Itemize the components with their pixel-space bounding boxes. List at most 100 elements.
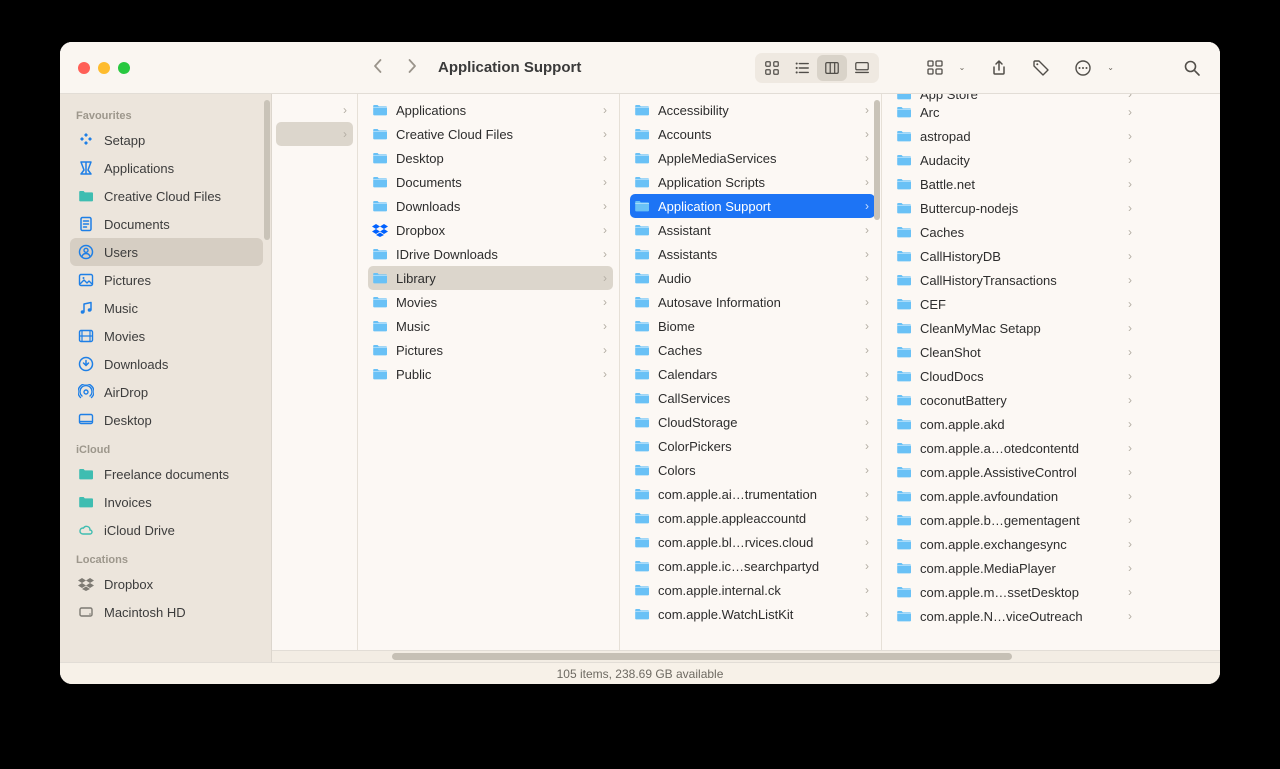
sidebar-item[interactable]: Setapp (70, 126, 263, 154)
search-button[interactable] (1178, 55, 1206, 81)
sidebar-item[interactable]: Freelance documents (70, 460, 263, 488)
list-view-button[interactable] (787, 55, 817, 81)
column-1[interactable]: Applications›Creative Cloud Files›Deskto… (358, 94, 620, 662)
file-row[interactable]: Public› (368, 362, 613, 386)
column-scrollbar[interactable] (874, 100, 880, 220)
file-row[interactable]: Autosave Information› (630, 290, 875, 314)
file-row[interactable]: Library› (368, 266, 613, 290)
file-row[interactable]: Buttercup-nodejs› (892, 196, 1138, 220)
file-row[interactable]: Applications› (368, 98, 613, 122)
file-row[interactable]: ColorPickers› (630, 434, 875, 458)
file-row[interactable]: com.apple.MediaPlayer› (892, 556, 1138, 580)
minimize-button[interactable] (98, 62, 110, 74)
file-row[interactable]: Assistants› (630, 242, 875, 266)
share-button[interactable] (985, 55, 1013, 81)
file-row[interactable]: com.apple.ic…searchpartyd› (630, 554, 875, 578)
file-row[interactable]: Accessibility› (630, 98, 875, 122)
file-row[interactable]: com.apple.a…otedcontentd› (892, 436, 1138, 460)
file-row[interactable]: com.apple.exchangesync› (892, 532, 1138, 556)
file-row[interactable]: Downloads› (368, 194, 613, 218)
file-row[interactable]: Dropbox› (368, 218, 613, 242)
file-row[interactable]: com.apple.bl…rvices.cloud› (630, 530, 875, 554)
actions-button[interactable] (1069, 55, 1097, 81)
sidebar-item[interactable]: Pictures (70, 266, 263, 294)
file-row[interactable]: Arc› (892, 100, 1138, 124)
tags-button[interactable] (1027, 55, 1055, 81)
file-row[interactable]: com.apple.m…ssetDesktop› (892, 580, 1138, 604)
file-row[interactable]: Biome› (630, 314, 875, 338)
sidebar-item[interactable]: Dropbox (70, 570, 263, 598)
file-row[interactable]: com.apple.N…viceOutreach› (892, 604, 1138, 628)
file-row[interactable]: com.apple.appleaccountd› (630, 506, 875, 530)
sidebar-item[interactable]: Applications (70, 154, 263, 182)
sidebar-item[interactable]: Movies (70, 322, 263, 350)
file-row[interactable]: AppleMediaServices› (630, 146, 875, 170)
file-row[interactable]: Creative Cloud Files› (368, 122, 613, 146)
horizontal-scrollbar-thumb[interactable] (392, 653, 1012, 660)
column-view-button[interactable] (817, 55, 847, 81)
file-row[interactable]: Caches› (630, 338, 875, 362)
forward-button[interactable] (404, 57, 420, 78)
sidebar-scrollbar[interactable] (264, 100, 270, 240)
file-row[interactable]: astropad› (892, 124, 1138, 148)
column-0[interactable]: ››∥ (272, 94, 358, 662)
file-row[interactable]: Music› (368, 314, 613, 338)
file-row[interactable]: CleanShot› (892, 340, 1138, 364)
group-by-button[interactable] (921, 55, 949, 81)
sidebar-item[interactable]: Music (70, 294, 263, 322)
sidebar-item[interactable]: Downloads (70, 350, 263, 378)
column-2[interactable]: Accessibility›Accounts›AppleMediaService… (620, 94, 882, 662)
file-row[interactable]: Battle.net› (892, 172, 1138, 196)
file-row[interactable]: com.apple.b…gementagent› (892, 508, 1138, 532)
horizontal-scrollbar-track[interactable] (272, 650, 1220, 662)
file-row[interactable]: Colors› (630, 458, 875, 482)
sidebar-item[interactable]: Users (70, 238, 263, 266)
file-row[interactable]: com.apple.akd› (892, 412, 1138, 436)
file-row[interactable]: com.apple.ai…trumentation› (630, 482, 875, 506)
file-row[interactable]: Desktop› (368, 146, 613, 170)
column-3[interactable]: App Store›Arc›astropad›Audacity›Battle.n… (882, 94, 1144, 662)
file-row[interactable]: com.apple.WatchListKit› (630, 602, 875, 626)
sidebar-item[interactable]: AirDrop (70, 378, 263, 406)
file-row[interactable]: App Store› (892, 94, 1138, 100)
file-row[interactable]: Caches› (892, 220, 1138, 244)
sidebar-item[interactable]: Invoices (70, 488, 263, 516)
file-row[interactable]: com.apple.internal.ck› (630, 578, 875, 602)
file-row[interactable]: Audio› (630, 266, 875, 290)
file-row[interactable]: Audacity› (892, 148, 1138, 172)
file-row[interactable]: Application Scripts› (630, 170, 875, 194)
file-row[interactable]: coconutBattery› (892, 388, 1138, 412)
dropbox-icon (372, 223, 388, 237)
file-row[interactable]: com.apple.AssistiveControl› (892, 460, 1138, 484)
file-row[interactable]: CallHistoryDB› (892, 244, 1138, 268)
fullscreen-button[interactable] (118, 62, 130, 74)
file-row[interactable]: Assistant› (630, 218, 875, 242)
chevron-right-icon: › (865, 344, 869, 356)
file-row[interactable]: › (276, 122, 353, 146)
file-row[interactable]: CloudStorage› (630, 410, 875, 434)
sidebar-item[interactable]: iCloud Drive (70, 516, 263, 544)
file-row[interactable]: CleanMyMac Setapp› (892, 316, 1138, 340)
file-row[interactable]: IDrive Downloads› (368, 242, 613, 266)
file-row[interactable]: Documents› (368, 170, 613, 194)
file-row[interactable]: CEF› (892, 292, 1138, 316)
back-button[interactable] (370, 57, 386, 78)
sidebar-item[interactable]: Desktop (70, 406, 263, 434)
file-row[interactable]: CloudDocs› (892, 364, 1138, 388)
file-row[interactable]: Movies› (368, 290, 613, 314)
gallery-view-button[interactable] (847, 55, 877, 81)
file-row[interactable]: Pictures› (368, 338, 613, 362)
file-row[interactable]: CallServices› (630, 386, 875, 410)
file-row[interactable]: Application Support› (630, 194, 875, 218)
file-row[interactable]: Calendars› (630, 362, 875, 386)
file-row[interactable]: › (276, 98, 353, 122)
sidebar-item[interactable]: Documents (70, 210, 263, 238)
sidebar-item[interactable]: Creative Cloud Files (70, 182, 263, 210)
sidebar-item[interactable]: Macintosh HD (70, 598, 263, 626)
file-row[interactable]: CallHistoryTransactions› (892, 268, 1138, 292)
file-row[interactable]: com.apple.avfoundation› (892, 484, 1138, 508)
sidebar[interactable]: FavouritesSetappApplicationsCreative Clo… (60, 94, 272, 662)
close-button[interactable] (78, 62, 90, 74)
file-row[interactable]: Accounts› (630, 122, 875, 146)
icon-view-button[interactable] (757, 55, 787, 81)
